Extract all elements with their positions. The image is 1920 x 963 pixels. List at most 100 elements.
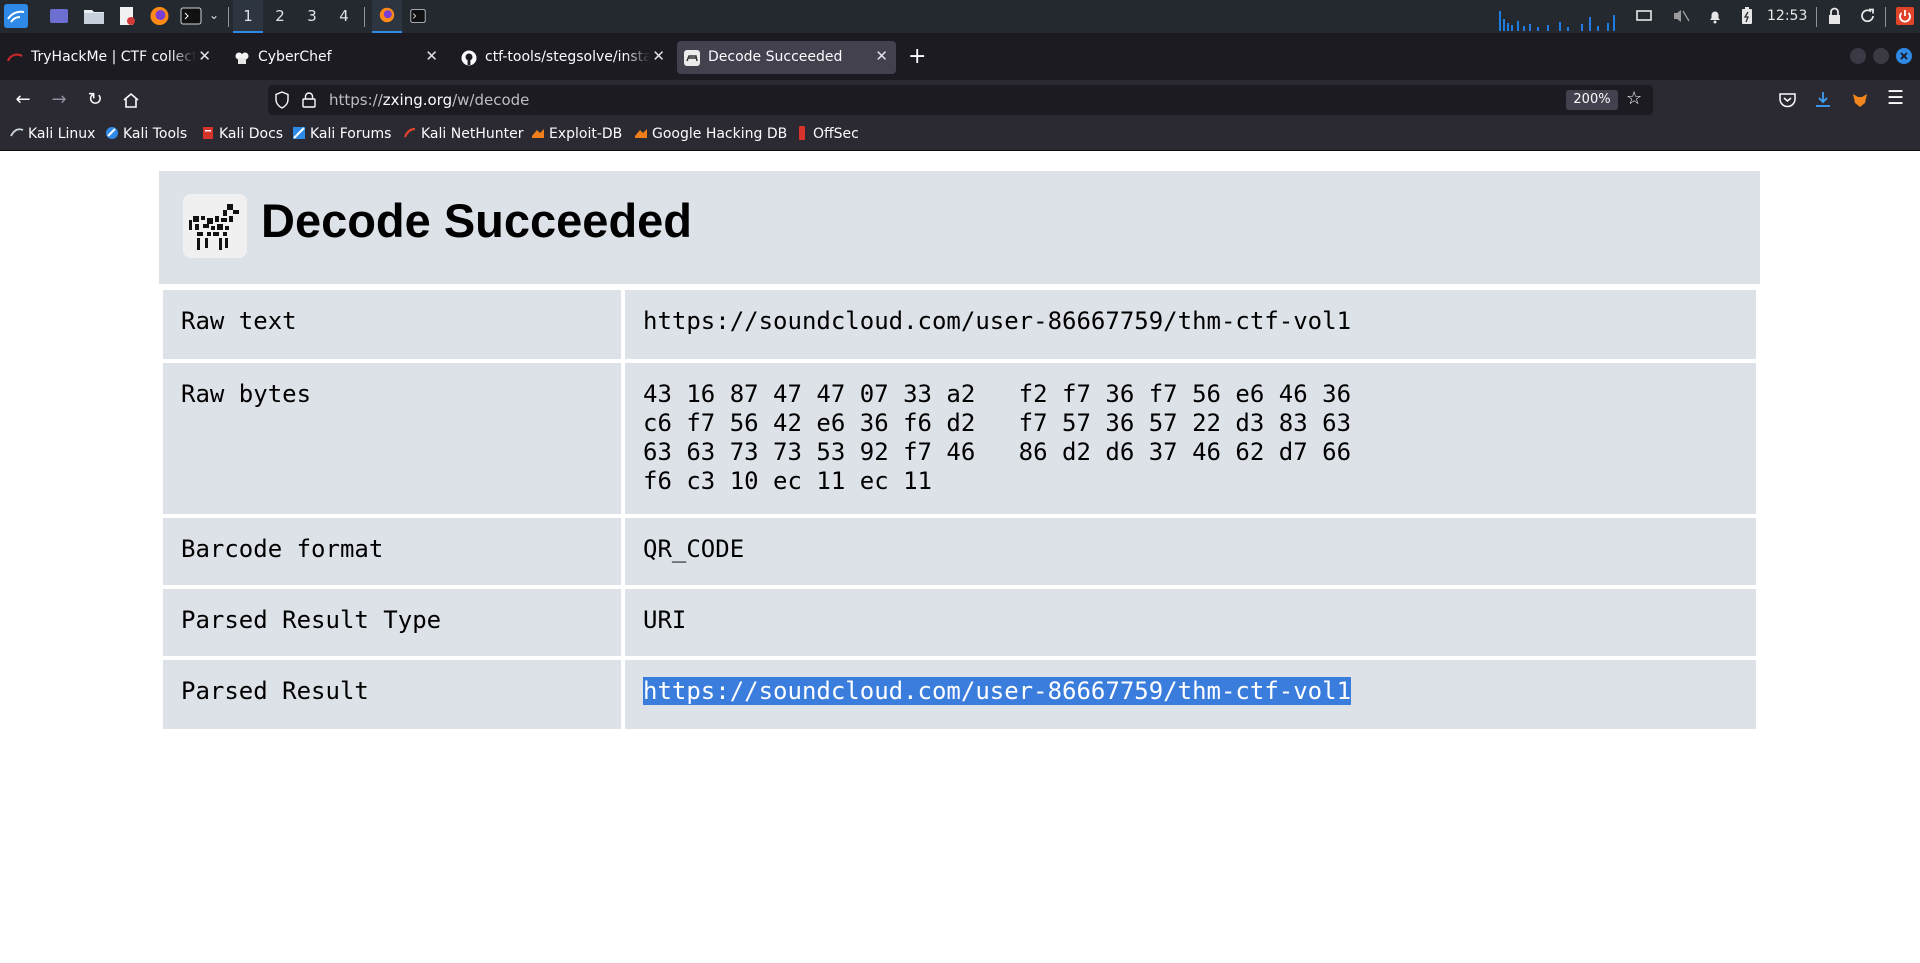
- extension-fox-icon[interactable]: [1851, 91, 1869, 109]
- text-editor-icon[interactable]: [117, 6, 137, 26]
- bookmark-google-hacking-db[interactable]: Google Hacking DB: [634, 126, 787, 142]
- close-icon[interactable]: ✕: [875, 47, 888, 65]
- close-icon[interactable]: ✕: [425, 47, 438, 65]
- panel-separator: [228, 7, 229, 27]
- page-content: Decode Succeeded Raw text https://soundc…: [0, 151, 1920, 963]
- new-tab-button[interactable]: +: [908, 46, 926, 68]
- lock-icon[interactable]: [302, 92, 316, 108]
- browser-tab-bar: TryHackMe | CTF collection Vol.1 ✕ Cyber…: [0, 33, 1920, 80]
- workspace-2[interactable]: 2: [265, 0, 295, 33]
- row-label-parsed-result: Parsed Result: [163, 660, 621, 729]
- row-label-parsed-result-type: Parsed Result Type: [163, 589, 621, 656]
- tab-title: ctf-tools/stegsolve/install: [485, 49, 650, 65]
- window-button-firefox[interactable]: [372, 0, 402, 33]
- tab-github[interactable]: ctf-tools/stegsolve/install ✕: [454, 41, 673, 74]
- bookmark-kali-forums[interactable]: Kali Forums: [292, 126, 391, 142]
- home-button[interactable]: [122, 91, 140, 109]
- pocket-icon[interactable]: [1779, 92, 1796, 108]
- github-icon: [461, 50, 477, 66]
- url-host: zxing.org: [382, 91, 453, 109]
- url-text[interactable]: https://zxing.org/w/decode: [329, 91, 529, 109]
- terminal-icon[interactable]: [180, 6, 202, 26]
- maximize-window-button[interactable]: [1873, 48, 1889, 64]
- bookmark-exploit-db[interactable]: Exploit-DB: [531, 126, 622, 142]
- row-value-raw-bytes: 43 16 87 47 47 07 33 a2 f2 f7 36 f7 56 e…: [643, 380, 1352, 495]
- notification-bell-icon[interactable]: [1707, 6, 1723, 26]
- bookmark-kali-tools[interactable]: Kali Tools: [105, 126, 187, 142]
- kali-forums-icon: [293, 127, 305, 139]
- row-label-raw-text: Raw text: [163, 290, 621, 359]
- bookmark-label: Exploit-DB: [549, 126, 623, 142]
- volume-muted-icon[interactable]: [1672, 6, 1690, 26]
- reload-button[interactable]: ↻: [83, 88, 107, 112]
- downloads-icon[interactable]: [1815, 91, 1831, 108]
- back-button[interactable]: ←: [11, 88, 35, 112]
- close-window-button[interactable]: [1896, 48, 1912, 64]
- tab-cyberchef[interactable]: CyberChef ✕: [227, 41, 446, 74]
- row-value-parsed-result-cell: https://soundcloud.com/user-86667759/thm…: [625, 660, 1756, 729]
- tryhackme-icon: [7, 53, 23, 62]
- kali-docs-icon: [203, 127, 213, 139]
- parsed-result-link[interactable]: https://soundcloud.com/user-86667759/thm…: [643, 677, 1352, 705]
- row-value-raw-text: https://soundcloud.com/user-86667759/thm…: [625, 290, 1756, 359]
- close-icon[interactable]: ✕: [652, 47, 665, 65]
- table-row: Parsed Result Type URI: [163, 589, 1756, 656]
- clock[interactable]: 12:53: [1767, 0, 1807, 33]
- close-icon[interactable]: ✕: [198, 47, 211, 65]
- bookmark-label: Kali Docs: [219, 126, 284, 142]
- bookmark-offsec[interactable]: OffSec: [795, 126, 859, 142]
- decode-result-table: Raw text https://soundcloud.com/user-866…: [159, 286, 1760, 733]
- workspace-4[interactable]: 4: [329, 0, 359, 33]
- bookmark-label: Kali NetHunter: [421, 126, 524, 142]
- bookmark-label: Kali Linux: [28, 126, 96, 142]
- bookmark-kali-nethunter[interactable]: Kali NetHunter: [403, 126, 523, 142]
- kali-menu-icon[interactable]: [4, 4, 28, 28]
- system-taskbar: ⌄ 1 2 3 4 12:53: [0, 0, 1920, 33]
- row-value-raw-bytes-cell: 43 16 87 47 47 07 33 a2 f2 f7 36 f7 56 e…: [625, 363, 1756, 514]
- url-scheme: https://: [329, 91, 383, 109]
- display-icon[interactable]: [1636, 6, 1652, 26]
- cyberchef-icon: [235, 52, 249, 64]
- zxing-logo: [183, 194, 247, 258]
- file-manager-icon[interactable]: [83, 6, 105, 26]
- tab-title: Decode Succeeded: [708, 49, 843, 65]
- cpu-graph: [1499, 11, 1615, 31]
- table-row: Barcode format QR_CODE: [163, 518, 1756, 585]
- tab-tryhackme[interactable]: TryHackMe | CTF collection Vol.1 ✕: [0, 41, 219, 74]
- table-row: Parsed Result https://soundcloud.com/use…: [163, 660, 1756, 729]
- bookmark-kali-docs[interactable]: Kali Docs: [201, 126, 283, 142]
- workspace-3[interactable]: 3: [297, 0, 327, 33]
- window-button-terminal[interactable]: [410, 8, 426, 24]
- lock-screen-icon[interactable]: [1827, 6, 1842, 26]
- table-row: Raw text https://soundcloud.com/user-866…: [163, 290, 1756, 359]
- zebra-qr-icon: [183, 194, 247, 258]
- panel-separator: [1885, 7, 1886, 27]
- address-bar[interactable]: https://zxing.org/w/decode 200% ☆: [268, 85, 1653, 115]
- refresh-session-icon[interactable]: [1859, 6, 1876, 26]
- tracking-protection-shield-icon[interactable]: [274, 91, 290, 109]
- hamburger-menu-icon[interactable]: ☰: [1887, 87, 1904, 109]
- chevron-down-icon[interactable]: ⌄: [209, 8, 219, 22]
- battery-icon[interactable]: [1741, 6, 1753, 26]
- minimize-window-button[interactable]: [1850, 48, 1866, 64]
- tab-decode-succeeded[interactable]: Decode Succeeded ✕: [677, 41, 896, 74]
- power-icon[interactable]: [1895, 6, 1915, 26]
- offsec-icon: [799, 126, 805, 140]
- bookmark-label: OffSec: [813, 126, 859, 142]
- kali-tools-icon: [106, 127, 118, 139]
- zoom-level-badge[interactable]: 200%: [1566, 90, 1618, 110]
- bookmark-star-icon[interactable]: ☆: [1626, 88, 1642, 109]
- tab-title: TryHackMe | CTF collection Vol.1: [31, 49, 196, 65]
- zxing-icon: [684, 50, 700, 66]
- page-title: Decode Succeeded: [261, 194, 693, 247]
- show-desktop-icon[interactable]: [49, 6, 69, 26]
- workspace-1[interactable]: 1: [233, 0, 263, 33]
- panel-separator: [1816, 7, 1817, 27]
- firefox-icon: [379, 7, 395, 23]
- ghdb-icon: [635, 129, 647, 138]
- page-header: Decode Succeeded: [159, 171, 1760, 284]
- bookmark-kali-linux[interactable]: Kali Linux: [10, 126, 95, 142]
- bookmark-label: Kali Forums: [310, 126, 392, 142]
- firefox-icon[interactable]: [149, 6, 170, 26]
- forward-button[interactable]: →: [47, 88, 71, 112]
